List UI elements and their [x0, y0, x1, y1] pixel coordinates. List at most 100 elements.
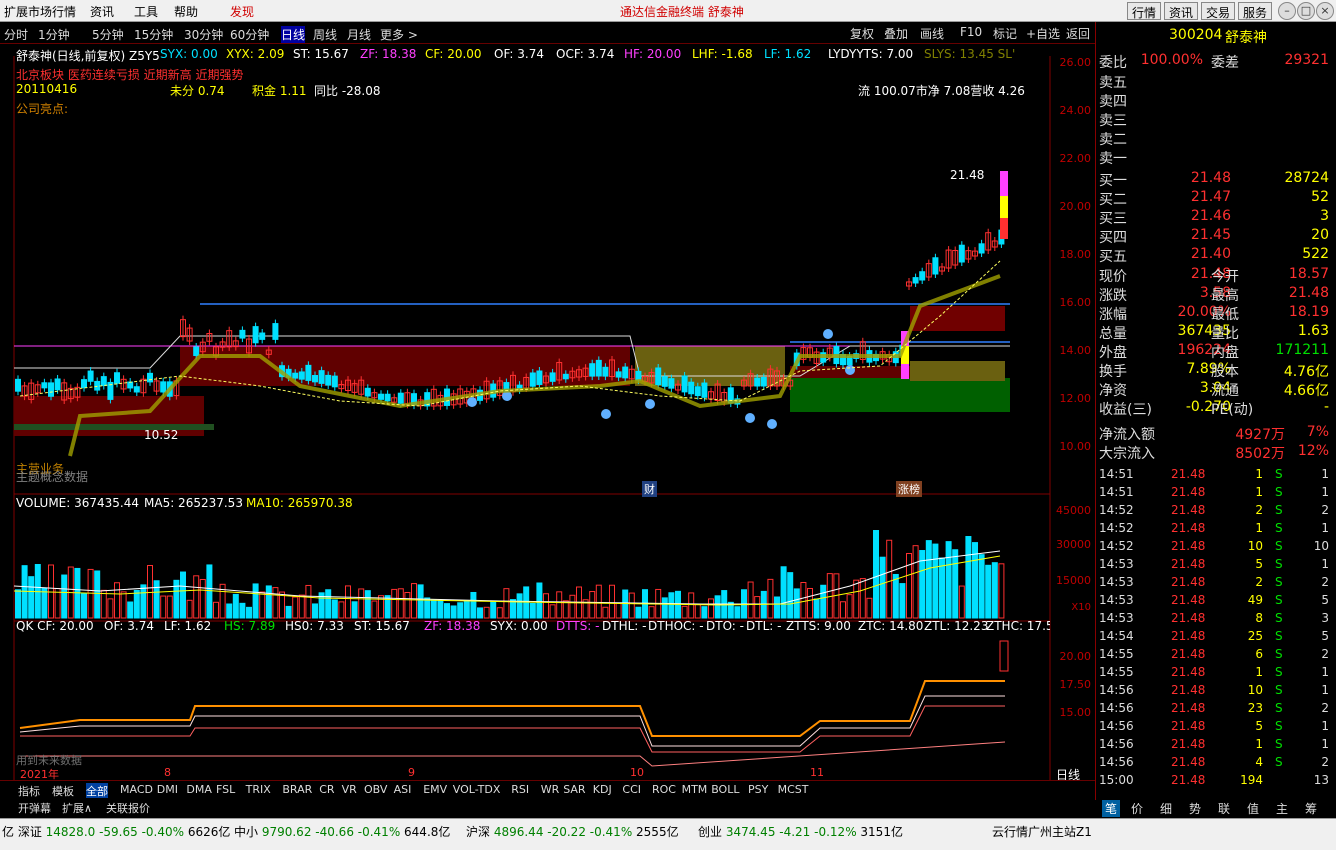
top-news-button[interactable]: 资讯: [1164, 2, 1199, 20]
period-tab[interactable]: 月线: [347, 26, 371, 43]
indicator-tab[interactable]: 全部: [86, 783, 108, 799]
quote-tab[interactable]: 细: [1160, 800, 1172, 817]
indicator-tab[interactable]: FSL: [216, 783, 235, 796]
indicator-tab[interactable]: ROC: [652, 783, 676, 796]
index-quote[interactable]: 创业 3474.45 -4.21 -0.12% 3151亿: [698, 823, 903, 840]
indicator-tab[interactable]: MTM: [682, 783, 708, 796]
indicator-tab[interactable]: MCST: [778, 783, 809, 796]
candle-body: [688, 381, 695, 395]
index-quote[interactable]: 亿 深证 14828.0 -59.65 -0.40% 6626亿: [2, 823, 230, 840]
top-quotes-button[interactable]: 行情: [1127, 2, 1162, 20]
trade-volume: 2: [1255, 503, 1263, 517]
bid-row[interactable]: 买二 21.47 52: [1099, 189, 1333, 208]
zone: [910, 361, 1005, 381]
index-quote[interactable]: 中小 9790.62 -40.66 -0.41% 644.8亿: [234, 823, 450, 840]
quote-tab[interactable]: 价: [1131, 800, 1143, 817]
extend-toggle[interactable]: 扩展∧: [62, 800, 92, 816]
indicator-tab[interactable]: DMA: [186, 783, 212, 796]
indicator-tab[interactable]: MACD: [120, 783, 153, 796]
ma5-value: MA5: 265237.53: [144, 496, 243, 510]
index-name: 沪深: [466, 825, 491, 839]
bid-row[interactable]: 买三 21.46 3: [1099, 208, 1333, 227]
volume-bar: [965, 536, 972, 619]
server-label[interactable]: 云行情广州主站Z1: [992, 823, 1092, 840]
indicator-tab[interactable]: SAR: [563, 783, 585, 796]
danmaku-toggle[interactable]: 开弹幕: [18, 800, 51, 816]
bid-row[interactable]: 买五 21.40 522: [1099, 246, 1333, 265]
indicator-tab[interactable]: DMI: [157, 783, 178, 796]
menu-tools[interactable]: 工具: [134, 3, 158, 20]
volume-header: VOLUME: 367435.44 MA5: 265237.53 MA10: 2…: [0, 496, 1050, 512]
indicator-tab[interactable]: CR: [319, 783, 334, 796]
indicator-tab[interactable]: WR: [541, 783, 560, 796]
add-favorite-button[interactable]: +自选: [1026, 25, 1060, 42]
period-tab[interactable]: 周线: [313, 26, 337, 43]
trade-price: 21.48: [1171, 503, 1206, 517]
quote-tab[interactable]: 势: [1189, 800, 1201, 817]
trade-volume: 1: [1255, 485, 1263, 499]
indicator-tab[interactable]: ASI: [394, 783, 412, 796]
index-quote[interactable]: 沪深 4896.44 -20.22 -0.41% 2555亿: [466, 823, 679, 840]
indicator-tab[interactable]: VR: [342, 783, 357, 796]
period-tab[interactable]: 30分钟: [184, 26, 223, 43]
volume-bar: [424, 597, 431, 619]
theme-concept[interactable]: 主题概念数据: [16, 468, 88, 485]
kline-chart[interactable]: [0, 56, 1095, 780]
period-tab[interactable]: 15分钟: [134, 26, 173, 43]
mark-button[interactable]: 标记: [993, 25, 1017, 42]
restore-icon[interactable]: □: [1297, 2, 1315, 20]
quote-tab[interactable]: 联: [1218, 800, 1230, 817]
trade-row: 14:56 21.48 10 S 1: [1099, 683, 1333, 701]
indicator-tab[interactable]: PSY: [748, 783, 768, 796]
period-tab-more[interactable]: 更多 >: [380, 26, 418, 43]
bid-row[interactable]: 买一 21.48 28724: [1099, 170, 1333, 189]
bid-row[interactable]: 买四 21.45 20: [1099, 227, 1333, 246]
period-tab[interactable]: 60分钟: [230, 26, 269, 43]
ask-row: 卖五: [1099, 72, 1333, 91]
period-tab-daily[interactable]: 日线: [281, 26, 306, 43]
indicator-tab[interactable]: 指标: [18, 783, 40, 799]
indicator-tab[interactable]: KDJ: [593, 783, 612, 796]
period-tab[interactable]: 5分钟: [92, 26, 124, 43]
menu-news[interactable]: 资讯: [90, 3, 114, 20]
volume-bar: [463, 600, 470, 619]
quote-tab[interactable]: 笔: [1102, 800, 1121, 817]
trade-volume: 2: [1255, 575, 1263, 589]
indicator-tab[interactable]: CCI: [622, 783, 641, 796]
indicator-tab[interactable]: TRIX: [246, 783, 271, 796]
menu-discover[interactable]: 发现: [230, 3, 254, 20]
indicator-tab[interactable]: VOL-TDX: [453, 783, 501, 796]
period-tab[interactable]: 分时: [4, 26, 28, 43]
quote-tab[interactable]: 主: [1276, 800, 1288, 817]
volume-bar: [516, 593, 523, 619]
overlay-button[interactable]: 叠加: [884, 25, 908, 42]
finance-badge[interactable]: 财: [642, 481, 657, 497]
minimize-icon[interactable]: –: [1278, 2, 1296, 20]
indicator-tab[interactable]: EMV: [423, 783, 447, 796]
draw-button[interactable]: 画线: [920, 25, 944, 42]
limit-up-badge[interactable]: 涨榜: [896, 481, 922, 497]
indicator-tab[interactable]: BRAR: [282, 783, 312, 796]
zone: [790, 378, 1010, 412]
indicator-tab[interactable]: OBV: [364, 783, 387, 796]
f10-button[interactable]: F10: [960, 25, 982, 39]
indicator-tab[interactable]: RSI: [511, 783, 529, 796]
trade-volume: 25: [1247, 629, 1263, 643]
trade-price: 21.48: [1171, 593, 1206, 607]
quote-tab[interactable]: 值: [1247, 800, 1259, 817]
menu-help[interactable]: 帮助: [174, 3, 198, 20]
adjust-button[interactable]: 复权: [850, 25, 874, 42]
volume-bar: [873, 530, 879, 619]
indicator-tab[interactable]: BOLL: [711, 783, 739, 796]
back-button[interactable]: 返回: [1066, 25, 1090, 42]
trade-volume: 1: [1255, 737, 1263, 751]
period-tab[interactable]: 1分钟: [38, 26, 70, 43]
top-trade-button[interactable]: 交易: [1201, 2, 1236, 20]
related-quote[interactable]: 关联报价: [106, 800, 150, 816]
menu-extended-market[interactable]: 扩展市场行情: [4, 3, 76, 20]
top-service-button[interactable]: 服务: [1238, 2, 1273, 20]
quote-tab[interactable]: 筹: [1305, 800, 1317, 817]
trade-price: 21.48: [1171, 485, 1206, 499]
close-icon[interactable]: ×: [1316, 2, 1334, 20]
indicator-tab[interactable]: 模板: [52, 783, 74, 799]
